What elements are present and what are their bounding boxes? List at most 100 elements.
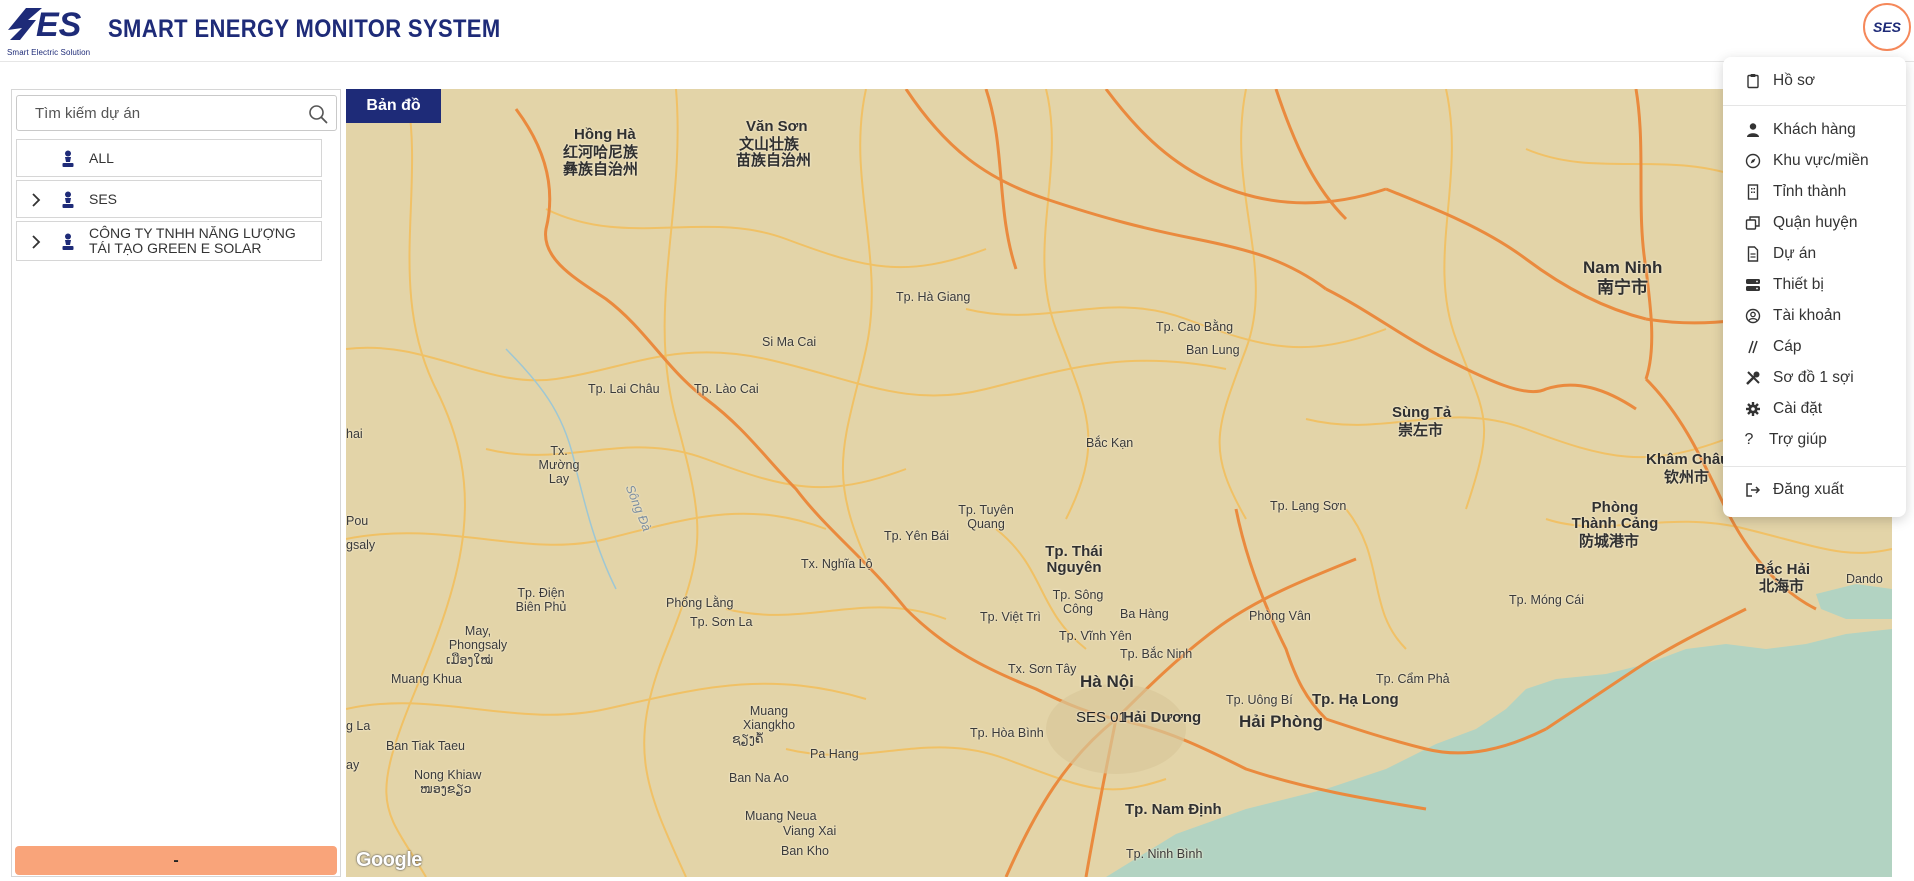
map-label: Sùng Tả — [1392, 404, 1452, 421]
menu-item-districts[interactable]: Quận huyện — [1723, 209, 1906, 237]
map-label: ເມືອງໃໝ່ — [446, 653, 494, 667]
map-label: Phổng Lằng — [666, 596, 734, 610]
map-label: ay — [346, 758, 360, 772]
menu-item-label: Thiết bị — [1773, 276, 1824, 293]
map-label: Tp. Cẩm Phả — [1376, 672, 1450, 686]
map-label: Tp. Sông Công — [1052, 588, 1104, 616]
map-label: Khâm Châu — [1646, 451, 1730, 468]
menu-item-single-line-diagram[interactable]: Sơ đồ 1 sợi — [1723, 364, 1906, 392]
map-label: Bắc Hải — [1755, 561, 1811, 578]
map-label: gsaly — [346, 538, 376, 552]
menu-item-help[interactable]: ? Trợ giúp — [1723, 426, 1906, 454]
menu-item-label: Trợ giúp — [1769, 431, 1827, 448]
app-header: ES Smart Electric Solution SMART ENERGY … — [0, 0, 1914, 62]
tree-item-label: SES — [89, 191, 118, 207]
tree-item-label: ALL — [89, 150, 114, 166]
logout-icon — [1745, 482, 1761, 498]
map-label: Muang Xiangkho — [742, 704, 796, 732]
menu-item-logout[interactable]: Đăng xuất — [1723, 476, 1906, 504]
map-label: Hà Nội — [1080, 672, 1134, 691]
map-label: 北海市 — [1759, 578, 1805, 595]
chevron-right-icon[interactable] — [31, 193, 41, 207]
map-label: Viang Xai — [783, 824, 837, 838]
menu-item-label: Khách hàng — [1773, 121, 1856, 138]
map-label: Tp. Nam Định — [1125, 801, 1222, 818]
google-attribution: Google — [356, 849, 422, 871]
menu-item-accounts[interactable]: Tài khoản — [1723, 302, 1906, 330]
menu-item-profile[interactable]: Hồ sơ — [1723, 67, 1906, 95]
map-label: Ban Kho — [781, 844, 829, 858]
building-icon — [1745, 184, 1761, 200]
menu-divider — [1723, 105, 1906, 106]
map-label: Tp. Móng Cái — [1509, 593, 1585, 607]
map-label: Phòng Vân — [1249, 609, 1311, 623]
map-label: 苗族自治州 — [736, 152, 812, 169]
menu-item-label: Tài khoản — [1773, 307, 1842, 324]
tree-item-label: CÔNG TY TNHH NĂNG LƯỢNG TÁI TẠO GREEN E … — [89, 225, 296, 256]
chess-pawn-icon — [62, 150, 74, 167]
menu-item-cables[interactable]: Cáp — [1723, 333, 1906, 361]
tree-item-all[interactable]: ALL — [16, 139, 322, 177]
map-label: hai — [346, 427, 363, 441]
sidebar-collapse-button[interactable]: - — [15, 846, 337, 875]
menu-item-label: Cáp — [1773, 338, 1802, 355]
map-label: Pou — [346, 514, 369, 528]
menu-item-label: Sơ đồ 1 sợi — [1773, 369, 1854, 386]
map-label: Bắc Kạn — [1086, 436, 1134, 450]
map-label: Tp. Việt Trì — [980, 610, 1041, 624]
user-icon — [1745, 122, 1761, 138]
chess-pawn-icon — [62, 233, 74, 250]
menu-item-label: Cài đặt — [1773, 400, 1823, 417]
map-label: Pa Hang — [810, 747, 859, 761]
map-label: Văn Sơn — [746, 118, 808, 135]
menu-item-settings[interactable]: Cài đặt — [1723, 395, 1906, 423]
map-label: Phòng Thành Cảng — [1571, 499, 1659, 532]
chevron-right-icon[interactable] — [31, 235, 41, 249]
map-label: Tp. Điện Biên Phủ — [515, 586, 567, 614]
marker-label: SES 01 — [1076, 709, 1127, 726]
app-title: SMART ENERGY MONITOR SYSTEM — [108, 15, 501, 43]
map-label: Nong Khiaw — [414, 768, 482, 782]
map-label: Hải Dương — [1123, 709, 1202, 726]
map-label: Tp. Yên Bái — [884, 529, 950, 543]
map-label: g La — [346, 719, 371, 733]
map-label: 彝族自治州 — [563, 161, 639, 178]
menu-item-label: Quận huyện — [1773, 214, 1858, 231]
tree-item-green-e-solar[interactable]: CÔNG TY TNHH NĂNG LƯỢNG TÁI TẠO GREEN E … — [16, 221, 322, 261]
logo-subtitle: Smart Electric Solution — [7, 48, 91, 57]
menu-item-customers[interactable]: Khách hàng — [1723, 116, 1906, 144]
avatar-text: SES — [1872, 19, 1901, 35]
map-label: Ba Hàng — [1120, 607, 1169, 621]
map-label: ໜອງຂຽວ — [420, 782, 472, 796]
menu-item-regions[interactable]: Khu vực/miền — [1723, 147, 1906, 175]
user-avatar[interactable]: SES — [1863, 3, 1911, 51]
ses-logo[interactable]: ES Smart Electric Solution — [6, 6, 96, 57]
map-label: Si Ma Cai — [762, 335, 817, 349]
map-label: Dando — [1846, 572, 1883, 586]
map-label: Hồng Hà — [574, 126, 636, 143]
user-dropdown-menu: Hồ sơ Khách hàng Khu vực/miền Tỉnh thành… — [1723, 57, 1906, 517]
menu-item-projects[interactable]: Dự án — [1723, 240, 1906, 268]
map-label: Ban Lung — [1186, 343, 1240, 357]
map-view[interactable]: Bản đồ Hồng Hà 红河哈尼族 彝族自治州 Văn Sơn 文山壮族 … — [346, 89, 1892, 877]
map-label: Tp. Lạng Sơn — [1270, 499, 1347, 513]
urban-area — [1046, 684, 1186, 774]
svg-text:ES: ES — [36, 6, 82, 42]
map-label: Tp. Ninh Bình — [1126, 847, 1203, 861]
map-label: Tp. Tuyên Quang — [958, 503, 1014, 531]
map-label: May, Phongsaly — [448, 624, 508, 652]
search-icon[interactable] — [308, 104, 328, 124]
chess-pawn-icon — [62, 191, 74, 208]
map-tab[interactable]: Bản đồ — [346, 89, 441, 123]
map-label: Tx. Mường Lay — [538, 444, 580, 486]
menu-item-devices[interactable]: Thiết bị — [1723, 271, 1906, 299]
compass-icon — [1745, 153, 1761, 169]
gear-icon — [1745, 401, 1761, 417]
project-sidebar: ALL SES CÔNG TY TNHH NĂNG LƯỢNG TÁI TẠO … — [11, 89, 341, 877]
map-label: Tp. Lai Châu — [588, 382, 660, 396]
map-label: Muang Khua — [391, 672, 462, 686]
tree-item-ses[interactable]: SES — [16, 180, 322, 218]
project-search-input[interactable] — [17, 96, 287, 130]
map-label: Ban Tiak Taeu — [386, 739, 465, 753]
menu-item-provinces[interactable]: Tỉnh thành — [1723, 178, 1906, 206]
